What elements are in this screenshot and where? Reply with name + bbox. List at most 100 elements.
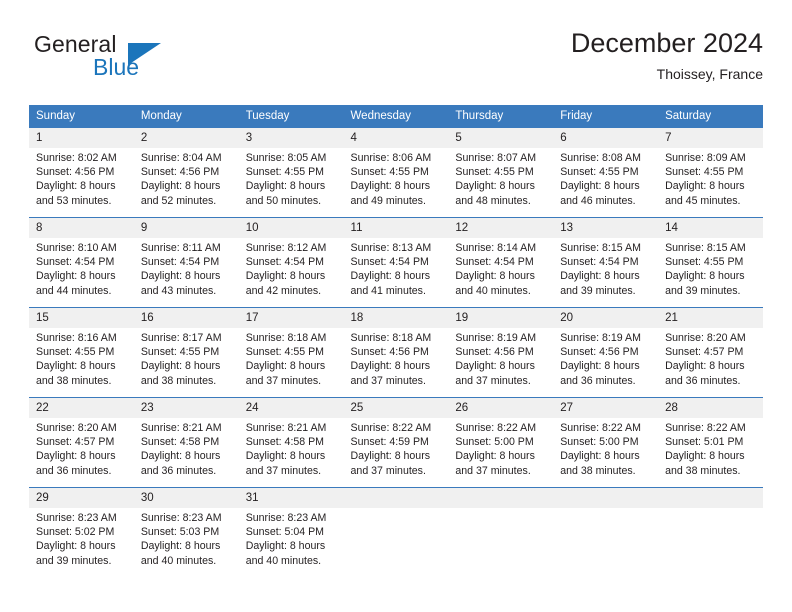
day-cell[interactable]: 12 Sunrise: 8:14 AM Sunset: 4:54 PM Dayl… <box>448 217 554 308</box>
daylight-text-line2: and 39 minutes. <box>665 284 741 297</box>
logo-text-blue: Blue <box>93 54 140 80</box>
daylight-text-line1: Daylight: 8 hours <box>560 180 640 193</box>
calendar-week-row: 8 Sunrise: 8:10 AM Sunset: 4:54 PM Dayli… <box>29 217 763 308</box>
sunset-text: Sunset: 4:55 PM <box>665 256 744 269</box>
daylight-text-line1: Daylight: 8 hours <box>560 450 640 463</box>
day-number: 22 <box>29 398 134 418</box>
day-cell[interactable]: 17 Sunrise: 8:18 AM Sunset: 4:55 PM Dayl… <box>238 307 344 398</box>
day-number: 12 <box>448 218 554 238</box>
day-cell[interactable]: 30 Sunrise: 8:23 AM Sunset: 5:03 PM Dayl… <box>133 487 239 577</box>
day-number: 31 <box>238 488 344 508</box>
daylight-text-line1: Daylight: 8 hours <box>455 360 535 373</box>
day-number: 16 <box>133 308 239 328</box>
day-number: 3 <box>238 128 344 148</box>
day-cell[interactable]: 1 Sunrise: 8:02 AM Sunset: 4:56 PM Dayli… <box>29 127 134 218</box>
daylight-text-line2: and 40 minutes. <box>455 284 531 297</box>
sunrise-text: Sunrise: 8:22 AM <box>665 422 746 434</box>
sunset-text: Sunset: 4:54 PM <box>455 256 534 269</box>
daylight-text-line2: and 37 minutes. <box>350 374 426 387</box>
day-cell[interactable]: 27 Sunrise: 8:22 AM Sunset: 5:00 PM Dayl… <box>553 397 659 488</box>
day-cell[interactable]: 23 Sunrise: 8:21 AM Sunset: 4:58 PM Dayl… <box>133 397 239 488</box>
day-info: Sunrise: 8:15 AM Sunset: 4:54 PM Dayligh… <box>553 238 658 298</box>
daylight-text-line2: and 52 minutes. <box>140 194 217 207</box>
daylight-text-line2: and 38 minutes. <box>140 374 217 387</box>
day-cell[interactable]: 18 Sunrise: 8:18 AM Sunset: 4:56 PM Dayl… <box>343 307 449 398</box>
day-number: 11 <box>343 218 449 238</box>
day-cell[interactable]: 11 Sunrise: 8:13 AM Sunset: 4:54 PM Dayl… <box>343 217 449 308</box>
daylight-text-line2: and 50 minutes. <box>245 194 322 207</box>
day-info: Sunrise: 8:12 AM Sunset: 4:54 PM Dayligh… <box>239 238 344 298</box>
day-number: 15 <box>29 308 134 328</box>
day-info: Sunrise: 8:09 AM Sunset: 4:55 PM Dayligh… <box>658 148 763 208</box>
day-cell[interactable]: 26 Sunrise: 8:22 AM Sunset: 5:00 PM Dayl… <box>448 397 554 488</box>
day-cell[interactable]: 10 Sunrise: 8:12 AM Sunset: 4:54 PM Dayl… <box>238 217 344 308</box>
day-cell[interactable]: 15 Sunrise: 8:16 AM Sunset: 4:55 PM Dayl… <box>29 307 134 398</box>
day-info: Sunrise: 8:06 AM Sunset: 4:55 PM Dayligh… <box>344 148 449 208</box>
day-info: Sunrise: 8:11 AM Sunset: 4:54 PM Dayligh… <box>134 238 239 298</box>
day-info: Sunrise: 8:22 AM Sunset: 5:00 PM Dayligh… <box>448 418 553 478</box>
daylight-text-line2: and 37 minutes. <box>455 464 531 477</box>
sunrise-text: Sunrise: 8:12 AM <box>245 242 327 254</box>
daylight-text-line2: and 40 minutes. <box>245 554 322 567</box>
day-cell[interactable]: 31 Sunrise: 8:23 AM Sunset: 5:04 PM Dayl… <box>238 487 344 577</box>
daylight-text-line1: Daylight: 8 hours <box>665 450 745 463</box>
day-number: 10 <box>238 218 344 238</box>
sunset-text: Sunset: 4:56 PM <box>560 346 639 359</box>
day-info: Sunrise: 8:19 AM Sunset: 4:56 PM Dayligh… <box>553 328 658 388</box>
calendar-week-row: 15 Sunrise: 8:16 AM Sunset: 4:55 PM Dayl… <box>29 307 763 398</box>
day-cell[interactable]: 5 Sunrise: 8:07 AM Sunset: 4:55 PM Dayli… <box>448 127 554 218</box>
day-cell[interactable]: 9 Sunrise: 8:11 AM Sunset: 4:54 PM Dayli… <box>133 217 239 308</box>
day-cell[interactable]: 3 Sunrise: 8:05 AM Sunset: 4:55 PM Dayli… <box>238 127 344 218</box>
day-info: Sunrise: 8:22 AM Sunset: 5:01 PM Dayligh… <box>658 418 763 478</box>
day-number: 4 <box>343 128 449 148</box>
day-cell[interactable]: 6 Sunrise: 8:08 AM Sunset: 4:55 PM Dayli… <box>553 127 659 218</box>
calendar-week-row: 22 Sunrise: 8:20 AM Sunset: 4:57 PM Dayl… <box>29 397 763 488</box>
day-info: Sunrise: 8:22 AM Sunset: 5:00 PM Dayligh… <box>553 418 658 478</box>
day-cell[interactable]: 2 Sunrise: 8:04 AM Sunset: 4:56 PM Dayli… <box>133 127 239 218</box>
daylight-text-line1: Daylight: 8 hours <box>36 360 116 373</box>
sunset-text: Sunset: 4:54 PM <box>245 256 325 269</box>
day-cell[interactable]: 7 Sunrise: 8:09 AM Sunset: 4:55 PM Dayli… <box>658 127 763 218</box>
day-info: Sunrise: 8:20 AM Sunset: 4:57 PM Dayligh… <box>29 418 134 478</box>
day-cell[interactable]: 21 Sunrise: 8:20 AM Sunset: 4:57 PM Dayl… <box>658 307 763 398</box>
daylight-text-line2: and 36 minutes. <box>560 374 636 387</box>
day-cell[interactable]: 20 Sunrise: 8:19 AM Sunset: 4:56 PM Dayl… <box>553 307 659 398</box>
sunrise-text: Sunrise: 8:02 AM <box>36 152 117 164</box>
day-cell[interactable]: 14 Sunrise: 8:15 AM Sunset: 4:55 PM Dayl… <box>658 217 763 308</box>
sunrise-text: Sunrise: 8:10 AM <box>36 242 117 254</box>
general-blue-logo: General Blue <box>34 31 214 91</box>
day-cell[interactable]: 22 Sunrise: 8:20 AM Sunset: 4:57 PM Dayl… <box>29 397 134 488</box>
day-cell[interactable]: 16 Sunrise: 8:17 AM Sunset: 4:55 PM Dayl… <box>133 307 239 398</box>
day-cell[interactable]: 8 Sunrise: 8:10 AM Sunset: 4:54 PM Dayli… <box>29 217 134 308</box>
sunset-text: Sunset: 4:56 PM <box>140 166 220 179</box>
day-cell[interactable]: 4 Sunrise: 8:06 AM Sunset: 4:55 PM Dayli… <box>343 127 449 218</box>
day-cell[interactable]: 19 Sunrise: 8:19 AM Sunset: 4:56 PM Dayl… <box>448 307 554 398</box>
title-block: December 2024 Thoissey, France <box>571 26 763 84</box>
day-cell[interactable]: 29 Sunrise: 8:23 AM Sunset: 5:02 PM Dayl… <box>29 487 134 577</box>
day-number: 8 <box>29 218 134 238</box>
sunset-text: Sunset: 5:00 PM <box>455 436 534 449</box>
day-info: Sunrise: 8:18 AM Sunset: 4:56 PM Dayligh… <box>344 328 449 388</box>
day-info: Sunrise: 8:21 AM Sunset: 4:58 PM Dayligh… <box>134 418 239 478</box>
day-cell[interactable]: 24 Sunrise: 8:21 AM Sunset: 4:58 PM Dayl… <box>238 397 344 488</box>
daylight-text-line1: Daylight: 8 hours <box>140 450 221 463</box>
sunrise-text: Sunrise: 8:04 AM <box>140 152 222 164</box>
daylight-text-line2: and 37 minutes. <box>245 374 322 387</box>
sunrise-text: Sunrise: 8:20 AM <box>665 332 746 344</box>
sunset-text: Sunset: 4:58 PM <box>140 436 220 449</box>
daylight-text-line1: Daylight: 8 hours <box>665 360 745 373</box>
day-cell[interactable]: 25 Sunrise: 8:22 AM Sunset: 4:59 PM Dayl… <box>343 397 449 488</box>
sunset-text: Sunset: 4:57 PM <box>36 436 115 449</box>
sunrise-text: Sunrise: 8:05 AM <box>245 152 327 164</box>
daylight-text-line2: and 42 minutes. <box>245 284 322 297</box>
day-cell[interactable]: 13 Sunrise: 8:15 AM Sunset: 4:54 PM Dayl… <box>553 217 659 308</box>
day-number: 1 <box>29 128 134 148</box>
sunset-text: Sunset: 4:54 PM <box>350 256 429 269</box>
sunset-text: Sunset: 4:55 PM <box>350 166 429 179</box>
day-number: 2 <box>133 128 239 148</box>
day-number <box>553 488 659 508</box>
daylight-text-line1: Daylight: 8 hours <box>665 270 745 283</box>
sunrise-text: Sunrise: 8:23 AM <box>140 512 222 524</box>
sunrise-text: Sunrise: 8:09 AM <box>665 152 746 164</box>
day-cell[interactable]: 28 Sunrise: 8:22 AM Sunset: 5:01 PM Dayl… <box>658 397 763 488</box>
